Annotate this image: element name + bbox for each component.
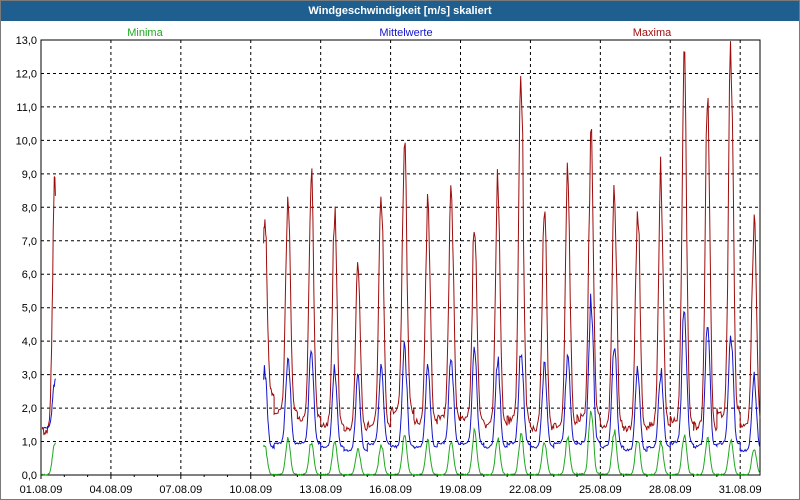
x-tick-label: 07.08.09: [159, 484, 202, 496]
y-tick-label: 11,0: [16, 102, 37, 114]
grid-lines: [41, 39, 760, 475]
y-tick-label: 6,0: [22, 269, 37, 281]
plot-area: 0,0 1,0 2,0 3,0 4,0 5,0 6,0 7,0 8,0 9,0 10,0 11,0 12…: [1, 21, 799, 499]
x-tick-label: 28.08.09: [649, 484, 692, 496]
x-tick-label: 25.08.09: [579, 484, 622, 496]
x-tick-label: 22.08.09: [509, 484, 552, 496]
series-line-mittelwerte: [42, 378, 56, 429]
y-tick-label: 10,0: [16, 135, 37, 147]
x-tick-label: 31.08.09: [719, 484, 762, 496]
y-tick-label: 2,0: [22, 403, 37, 415]
y-tick-label: 13,0: [16, 35, 37, 47]
y-tick-label: 12,0: [16, 68, 37, 80]
wind-speed-chart: 0,0 1,0 2,0 3,0 4,0 5,0 6,0 7,0 8,0 9,0 10,0 11,0 12…: [16, 27, 762, 496]
y-tick-label: 9,0: [22, 169, 37, 181]
legend: Minima Mittelwerte Maxima: [127, 27, 672, 39]
series-lines: [41, 41, 761, 477]
window-title: Windgeschwindigkeit [m/s] skaliert: [1, 1, 799, 21]
legend-item: Maxima: [633, 27, 672, 39]
y-tick-label: 1,0: [22, 437, 37, 449]
x-tick-label: 01.08.09: [20, 484, 63, 496]
y-tick-label: 5,0: [22, 303, 37, 315]
y-tick-label: 4,0: [22, 336, 37, 348]
y-tick-labels: 0,0 1,0 2,0 3,0 4,0 5,0 6,0 7,0 8,0 9,0 10,0 11,0 12…: [16, 35, 37, 482]
series-line-minima: [42, 442, 56, 476]
x-tick-label: 13.08.09: [299, 484, 342, 496]
legend-item: Mittelwerte: [379, 27, 432, 39]
chart-window: Windgeschwindigkeit [m/s] skaliert 0,0 1,…: [0, 0, 800, 500]
y-tick-label: 0,0: [22, 470, 37, 482]
x-tick-label: 04.08.09: [90, 484, 133, 496]
legend-item: Minima: [127, 27, 163, 39]
x-tick-label: 16.08.09: [369, 484, 412, 496]
y-tick-label: 8,0: [22, 202, 37, 214]
series-line-maxima: [263, 41, 761, 433]
plot-frame: [40, 39, 761, 476]
series-line-maxima: [41, 176, 56, 436]
y-tick-label: 3,0: [22, 370, 37, 382]
y-tick-label: 7,0: [22, 236, 37, 248]
x-tick-label: 19.08.09: [439, 484, 482, 496]
x-tick-label: 10.08.09: [229, 484, 272, 496]
x-tick-labels: 01.08.09 04.08.09 07.08.09 10.08.09 13.08.09…: [20, 475, 762, 496]
